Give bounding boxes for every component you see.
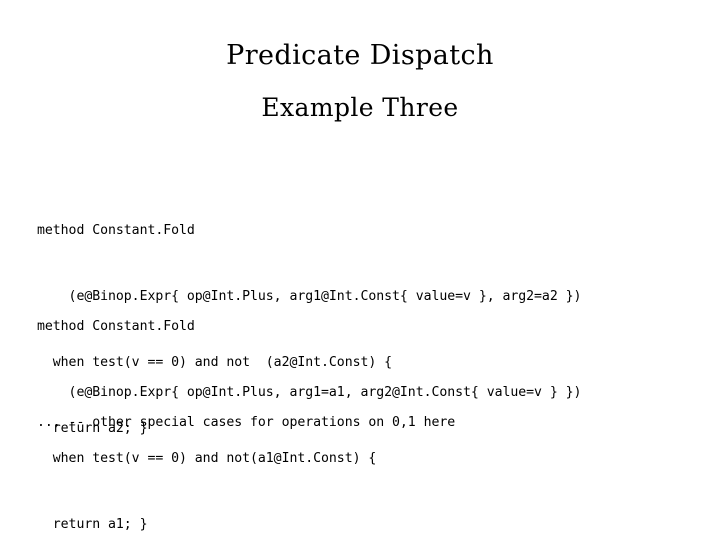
page-title: Predicate Dispatch: [226, 40, 494, 71]
slide-canvas: Predicate Dispatch Example Three method …: [0, 0, 720, 540]
code-line: return a1; }: [37, 517, 148, 532]
code-line: method Constant.Fold: [37, 223, 195, 238]
code-line: ... -- other special cases for operation…: [37, 415, 456, 430]
code-line: method Constant.Fold: [37, 319, 195, 334]
code-block-other-cases-comment: ... -- other special cases for operation…: [37, 368, 455, 478]
page-subtitle: Example Three: [261, 93, 459, 122]
